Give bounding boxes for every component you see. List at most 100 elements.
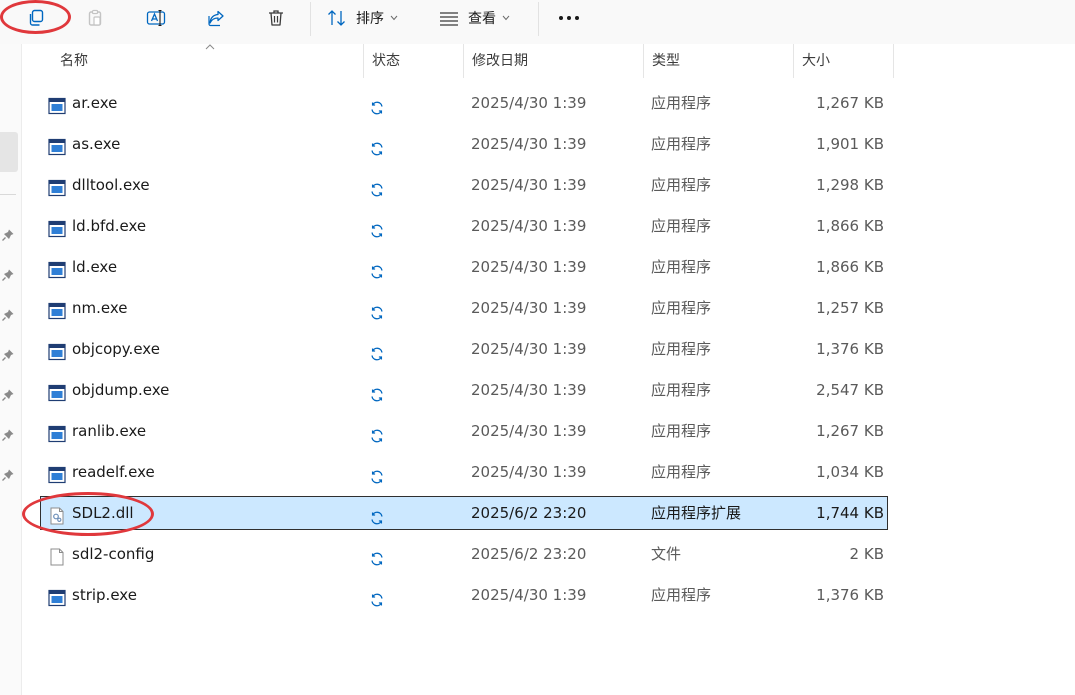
sync-status-icon	[369, 464, 385, 484]
file-name: strip.exe	[72, 586, 137, 604]
exe-file-icon	[48, 94, 66, 115]
file-row[interactable]: sdl2-config 2025/6/2 23:20 文件 2 KB	[40, 537, 888, 571]
navigation-pane	[0, 44, 22, 695]
nav-selected-item[interactable]	[0, 132, 18, 172]
sync-status-icon	[369, 587, 385, 607]
pin-icon	[2, 469, 14, 481]
nav-divider	[0, 194, 16, 195]
pin-icon	[2, 229, 14, 241]
sync-status-icon	[369, 382, 385, 402]
file-name: objcopy.exe	[72, 340, 160, 358]
file-size: 1,376 KB	[816, 586, 884, 604]
file-row[interactable]: ld.bfd.exe 2025/4/30 1:39 应用程序 1,866 KB	[40, 209, 888, 243]
column-header-size[interactable]: 大小	[794, 44, 894, 78]
file-size: 1,866 KB	[816, 258, 884, 276]
file-type: 文件	[651, 545, 682, 563]
exe-file-icon	[48, 340, 66, 361]
file-size: 1,298 KB	[816, 176, 884, 194]
file-name: ld.exe	[72, 258, 118, 276]
file-date-modified: 2025/4/30 1:39	[471, 463, 587, 481]
file-size: 1,376 KB	[816, 340, 884, 358]
file-type: 应用程序	[651, 586, 712, 604]
copy-button[interactable]	[18, 0, 54, 36]
file-row[interactable]: ld.exe 2025/4/30 1:39 应用程序 1,866 KB	[40, 250, 888, 284]
file-size: 2 KB	[849, 545, 884, 563]
file-type: 应用程序	[651, 381, 712, 399]
file-type: 应用程序	[651, 176, 712, 194]
file-row[interactable]: objcopy.exe 2025/4/30 1:39 应用程序 1,376 KB	[40, 332, 888, 366]
sync-status-icon	[369, 136, 385, 156]
share-button[interactable]	[200, 0, 232, 36]
file-row[interactable]: ar.exe 2025/4/30 1:39 应用程序 1,267 KB	[40, 86, 888, 120]
sync-status-icon	[369, 95, 385, 115]
sync-status-icon	[369, 259, 385, 279]
file-date-modified: 2025/4/30 1:39	[471, 135, 587, 153]
column-header-type[interactable]: 类型	[644, 44, 794, 78]
file-name: readelf.exe	[72, 463, 155, 481]
sort-icon	[328, 10, 345, 26]
dll-file-icon	[48, 504, 66, 525]
sync-status-icon	[369, 505, 385, 525]
more-dots-icon	[559, 16, 579, 20]
file-date-modified: 2025/4/30 1:39	[471, 422, 587, 440]
file-name: ranlib.exe	[72, 422, 147, 440]
file-row[interactable]: strip.exe 2025/4/30 1:39 应用程序 1,376 KB	[40, 578, 888, 612]
sync-status-icon	[369, 423, 385, 443]
file-size: 1,257 KB	[816, 299, 884, 317]
file-row[interactable]: objdump.exe 2025/4/30 1:39 应用程序 2,547 KB	[40, 373, 888, 407]
trash-icon	[269, 10, 283, 26]
generic-file-icon	[48, 545, 66, 566]
rename-button[interactable]	[140, 0, 172, 36]
sync-status-icon	[369, 300, 385, 320]
delete-button[interactable]	[260, 0, 292, 36]
file-name: dlltool.exe	[72, 176, 150, 194]
file-type: 应用程序扩展	[651, 504, 742, 522]
file-row[interactable]: nm.exe 2025/4/30 1:39 应用程序 1,257 KB	[40, 291, 888, 325]
sync-status-icon	[369, 218, 385, 238]
pin-icon	[2, 389, 14, 401]
exe-file-icon	[48, 422, 66, 443]
view-button[interactable]: 查看	[438, 0, 524, 36]
sync-status-icon	[369, 177, 385, 197]
file-row[interactable]: as.exe 2025/4/30 1:39 应用程序 1,901 KB	[40, 127, 888, 161]
file-name: ar.exe	[72, 94, 118, 112]
file-type: 应用程序	[651, 217, 712, 235]
exe-file-icon	[48, 381, 66, 402]
file-date-modified: 2025/4/30 1:39	[471, 340, 587, 358]
file-date-modified: 2025/6/2 23:20	[471, 545, 587, 563]
share-icon	[208, 10, 224, 27]
file-name: nm.exe	[72, 299, 128, 317]
exe-file-icon	[48, 258, 66, 279]
exe-file-icon	[48, 176, 66, 197]
column-header-status[interactable]: 状态	[364, 44, 464, 78]
copy-icon	[29, 9, 44, 26]
more-options-button[interactable]	[554, 0, 584, 36]
file-row[interactable]: readelf.exe 2025/4/30 1:39 应用程序 1,034 KB	[40, 455, 888, 489]
file-date-modified: 2025/4/30 1:39	[471, 94, 587, 112]
file-type: 应用程序	[651, 94, 712, 112]
column-header-date[interactable]: 修改日期	[464, 44, 644, 78]
file-date-modified: 2025/6/2 23:20	[471, 504, 587, 522]
file-row[interactable]: dlltool.exe 2025/4/30 1:39 应用程序 1,298 KB	[40, 168, 888, 202]
file-type: 应用程序	[651, 340, 712, 358]
column-header: 名称 状态 修改日期 类型 大小	[22, 44, 1075, 78]
file-type: 应用程序	[651, 258, 712, 276]
rename-icon	[146, 9, 166, 27]
sort-button[interactable]: 排序	[326, 0, 412, 36]
sort-ascending-icon	[205, 44, 215, 50]
exe-file-icon	[48, 586, 66, 607]
command-bar: 排序 查看	[0, 0, 1075, 44]
file-row[interactable]: ranlib.exe 2025/4/30 1:39 应用程序 1,267 KB	[40, 414, 888, 448]
file-date-modified: 2025/4/30 1:39	[471, 299, 587, 317]
pin-icon	[2, 349, 14, 361]
sync-status-icon	[369, 341, 385, 361]
file-row[interactable]: SDL2.dll 2025/6/2 23:20 应用程序扩展 1,744 KB	[40, 496, 888, 530]
file-date-modified: 2025/4/30 1:39	[471, 217, 587, 235]
paste-button[interactable]	[80, 0, 110, 36]
file-date-modified: 2025/4/30 1:39	[471, 381, 587, 399]
file-type: 应用程序	[651, 135, 712, 153]
file-name: SDL2.dll	[72, 504, 134, 522]
file-size: 2,547 KB	[816, 381, 884, 399]
file-type: 应用程序	[651, 299, 712, 317]
pin-icon	[2, 429, 14, 441]
